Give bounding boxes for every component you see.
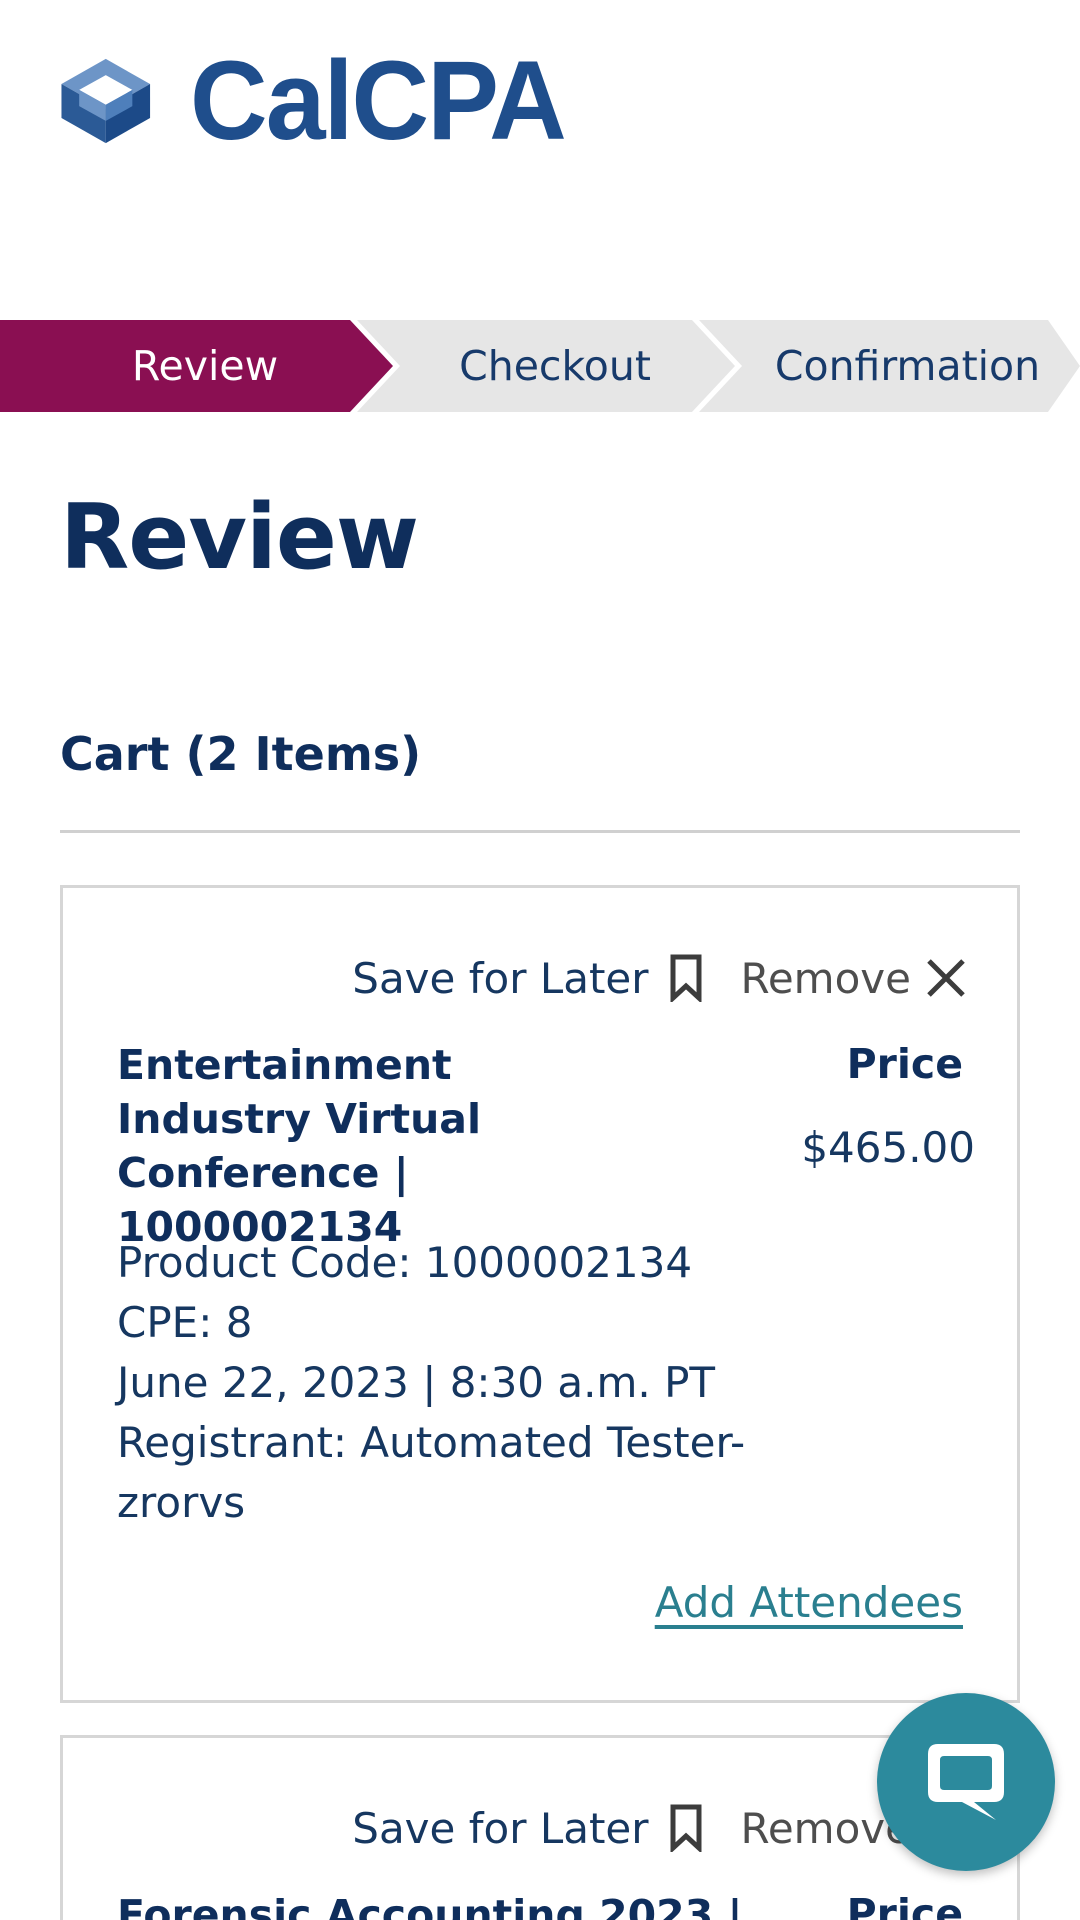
- page-title: Review: [60, 485, 419, 590]
- cart-item: Save for Later Remove Entertainment Indu…: [60, 885, 1020, 1703]
- add-attendees-link[interactable]: Add Attendees: [655, 1578, 963, 1627]
- item-actions: Save for Later Remove: [352, 948, 967, 1008]
- cube-logo-icon: [61, 58, 151, 143]
- product-title[interactable]: Entertainment Industry Virtual Conferenc…: [117, 1038, 657, 1254]
- bookmark-icon[interactable]: [669, 954, 703, 1002]
- product-title[interactable]: Forensic Accounting 2023 |: [117, 1888, 742, 1920]
- bookmark-icon[interactable]: [669, 1804, 703, 1852]
- brand-name: CalCPA: [189, 37, 567, 163]
- calcpa-logo[interactable]: CalCPA: [60, 38, 580, 163]
- save-for-later-button[interactable]: Save for Later: [352, 954, 648, 1003]
- chat-bubble-icon: [928, 1744, 1004, 1820]
- close-icon[interactable]: [925, 957, 967, 999]
- product-details: Product Code: 1000002134 CPE: 8 June 22,…: [117, 1233, 757, 1533]
- cpe-credits: CPE: 8: [117, 1298, 253, 1347]
- chat-button[interactable]: [877, 1693, 1055, 1871]
- step-confirmation: Confirmation: [774, 342, 1041, 390]
- remove-button[interactable]: Remove: [741, 954, 911, 1003]
- price-label: Price: [846, 1040, 963, 1088]
- divider: [60, 830, 1020, 833]
- price-label: Price: [846, 1890, 963, 1920]
- item-actions: Save for Later Remove: [352, 1798, 967, 1858]
- step-checkout: Checkout: [459, 342, 651, 390]
- cart-heading: Cart (2 Items): [60, 727, 422, 781]
- registrant: Registrant: Automated Tester-zrorvs: [117, 1418, 746, 1527]
- product-code: Product Code: 1000002134: [117, 1238, 693, 1287]
- save-for-later-button[interactable]: Save for Later: [352, 1804, 648, 1853]
- price-value: $465.00: [801, 1123, 975, 1172]
- event-date: June 22, 2023 | 8:30 a.m. PT: [117, 1358, 716, 1407]
- checkout-stepper: Review Checkout Confirmation: [0, 320, 1080, 412]
- step-review: Review: [131, 342, 279, 390]
- cart-item: Save for Later Remove Forensic Accountin…: [60, 1735, 1020, 1920]
